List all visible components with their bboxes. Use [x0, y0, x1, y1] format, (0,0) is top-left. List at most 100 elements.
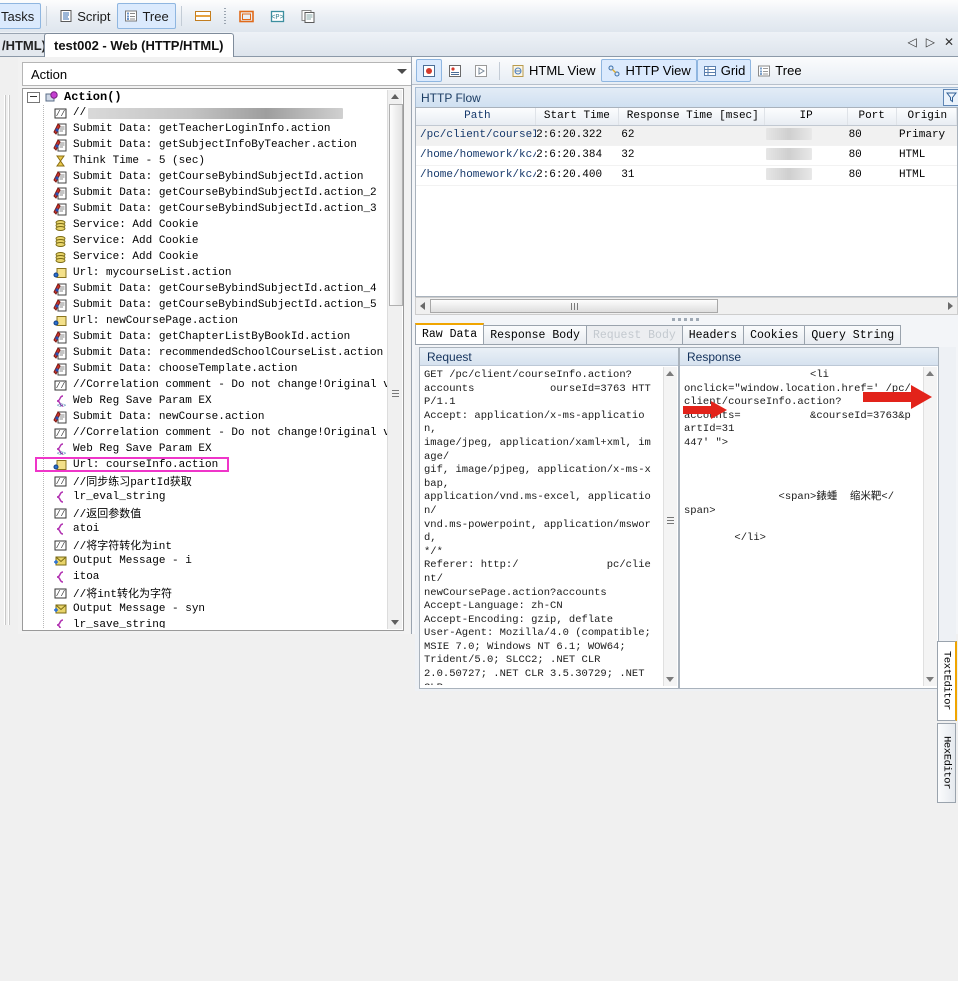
tree-root-node[interactable]: Action() — [23, 89, 388, 105]
parameter-button[interactable]: <P> — [262, 3, 293, 29]
request-panel[interactable]: Request GET /pc/client/courseInfo.action… — [419, 347, 679, 689]
grid-column-header[interactable]: Start Time — [536, 108, 620, 125]
tree-node[interactable]: Submit Data: getCourseBybindSubjectId.ac… — [23, 297, 388, 313]
tree-node[interactable]: Submit Data: getTeacherLoginInfo.action — [23, 121, 388, 137]
tree-node[interactable]: <P> Web Reg Save Param EX — [23, 441, 388, 457]
tree-node[interactable]: Submit Data: getSubjectInfoByTeacher.act… — [23, 137, 388, 153]
tree-node[interactable]: itoa — [23, 569, 388, 585]
grid-column-header[interactable]: Path — [416, 108, 536, 125]
tree-node[interactable]: // //返回参数值 — [23, 505, 388, 521]
grid-column-header[interactable]: Response Time [msec] — [619, 108, 766, 125]
action-node-icon — [44, 90, 59, 104]
table-row[interactable]: /pc/client/courseInfo.2:6:20.322 62 80 Prim… — [416, 126, 957, 146]
tree-node[interactable]: // //将int转化为字符 — [23, 585, 388, 601]
tab-http-view[interactable]: HTTP View — [601, 59, 697, 82]
tree-node[interactable]: Submit Data: getCourseBybindSubjectId.ac… — [23, 201, 388, 217]
script-tree-list[interactable]: Action() // // Submit Data: getTeacherLogin… — [23, 89, 388, 628]
detail-tab-query-string[interactable]: Query String — [804, 325, 902, 345]
grid-column-header[interactable]: IP — [765, 108, 848, 125]
tree-node[interactable]: lr_save_string — [23, 617, 388, 628]
expand-collapse-icon[interactable] — [27, 91, 40, 103]
tree-node[interactable]: Submit Data: getCourseBybindSubjectId.ac… — [23, 169, 388, 185]
record-stop-button[interactable] — [416, 59, 442, 82]
function-icon — [53, 522, 68, 536]
detail-tab-headers[interactable]: Headers — [681, 325, 745, 345]
snapshot-button[interactable] — [231, 3, 262, 29]
detail-tab-response-body[interactable]: Response Body — [483, 325, 587, 345]
tree-node[interactable]: Submit Data: getChapterListByBookId.acti… — [23, 329, 388, 345]
split-view-button[interactable] — [187, 3, 219, 29]
play-button[interactable] — [468, 59, 494, 82]
tab-html-view[interactable]: HTML View — [505, 59, 601, 82]
tree-node[interactable]: // //Correlation comment - Do not change!… — [23, 377, 388, 393]
tree-node[interactable]: Think Time - 5 (sec) — [23, 153, 388, 169]
tree-node[interactable]: // //将字符转化为int — [23, 537, 388, 553]
tree-node[interactable]: Submit Data: chooseTemplate.action — [23, 361, 388, 377]
tree-node[interactable]: atoi — [23, 521, 388, 537]
tree-node[interactable]: lr_eval_string — [23, 489, 388, 505]
tree-node[interactable]: Output Message - syn — [23, 601, 388, 617]
table-row[interactable]: /home/homework/kc/pcc2:6:20.400 31 80 HTML — [416, 166, 957, 186]
scroll-right-icon[interactable] — [948, 302, 953, 310]
tab-prev-icon[interactable]: ◁ — [907, 35, 916, 49]
script-button[interactable]: Script — [52, 3, 117, 29]
request-scroll-down-icon[interactable] — [666, 677, 674, 682]
tree-vertical-scrollbar[interactable] — [387, 90, 403, 629]
detail-tabs[interactable]: Raw Data Response Body Request Body Headers… — [415, 323, 956, 345]
grid-column-header[interactable]: Port — [848, 108, 897, 125]
tree-node[interactable]: // //Correlation comment - Do not change!… — [23, 425, 388, 441]
scroll-up-icon[interactable] — [391, 94, 399, 99]
scroll-down-icon[interactable] — [391, 620, 399, 625]
toolbar-grip[interactable] — [223, 8, 226, 24]
response-scrollbar[interactable] — [923, 367, 937, 686]
step-button[interactable] — [442, 59, 468, 82]
tree-scroll-thumb[interactable] — [389, 104, 403, 306]
tab-grid[interactable]: Grid — [696, 59, 752, 82]
tree-icon — [124, 9, 138, 23]
tree-node[interactable]: // // — [23, 105, 388, 121]
http-flow-grid[interactable]: Path Start Time Response Time [msec] IP Port… — [415, 107, 958, 297]
tree-node[interactable]: // //同步练习partId获取 — [23, 473, 388, 489]
tree-node[interactable]: Service: Add Cookie — [23, 217, 388, 233]
tree-node[interactable]: Submit Data: newCourse.action — [23, 409, 388, 425]
editor-vertical-tabs: TextEditor HexEditor — [936, 637, 957, 981]
tree-node[interactable]: Submit Data: getCourseBybindSubjectId.ac… — [23, 281, 388, 297]
tree-node[interactable]: Submit Data: getCourseBybindSubjectId.ac… — [23, 185, 388, 201]
tree-node[interactable]: Url: mycourseList.action — [23, 265, 388, 281]
response-scroll-up-icon[interactable] — [926, 371, 934, 376]
scroll-left-icon[interactable] — [420, 302, 425, 310]
tree-node[interactable]: Service: Add Cookie — [23, 233, 388, 249]
grid-scroll-thumb[interactable] — [430, 299, 718, 313]
grid-horizontal-scrollbar[interactable] — [415, 297, 958, 315]
tree-node[interactable]: Submit Data: recommendedSchoolCourseList… — [23, 345, 388, 361]
detail-tab-raw-data[interactable]: Raw Data — [415, 323, 485, 345]
tree-node-label: Submit Data: getCourseBybindSubjectId.ac… — [73, 299, 377, 311]
chevron-down-icon[interactable] — [397, 69, 407, 74]
detail-tab-cookies[interactable]: Cookies — [743, 325, 806, 345]
tree-node[interactable]: Url: courseInfo.action — [23, 457, 388, 473]
grid-column-header[interactable]: Origin — [897, 108, 957, 125]
tab-next-icon[interactable]: ▷ — [926, 35, 935, 49]
horizontal-splitter[interactable] — [412, 315, 958, 323]
http-flow-grid-body[interactable]: /pc/client/courseInfo.2:6:20.322 62 80 Prim… — [416, 126, 957, 186]
response-scroll-down-icon[interactable] — [926, 677, 934, 682]
request-scroll-up-icon[interactable] — [666, 371, 674, 376]
action-select[interactable]: Action — [22, 62, 412, 86]
script-tree[interactable]: Action() // // Submit Data: getTeacherLogin… — [22, 88, 404, 631]
filter-icon[interactable] — [943, 89, 958, 106]
tree-node[interactable]: Url: newCoursePage.action — [23, 313, 388, 329]
vtab-hex-editor[interactable]: HexEditor — [937, 723, 956, 803]
copy-button[interactable] — [293, 3, 324, 29]
tab-tree[interactable]: Tree — [751, 59, 807, 82]
document-tab-test002[interactable]: test002 - Web (HTTP/HTML) — [44, 33, 234, 57]
tree-node[interactable]: Service: Add Cookie — [23, 249, 388, 265]
tree-node[interactable]: <P> Web Reg Save Param EX — [23, 393, 388, 409]
tasks-button[interactable]: Tasks — [0, 3, 42, 29]
request-scrollbar[interactable] — [663, 367, 677, 686]
vtab-text-editor[interactable]: TextEditor — [937, 641, 957, 721]
tree-button[interactable]: Tree — [117, 3, 176, 29]
tree-connector — [39, 185, 53, 201]
close-icon[interactable]: ✕ — [944, 35, 954, 49]
tree-node[interactable]: Output Message - i — [23, 553, 388, 569]
table-row[interactable]: /home/homework/kc/pcc2:6:20.384 32 80 HTML — [416, 146, 957, 166]
